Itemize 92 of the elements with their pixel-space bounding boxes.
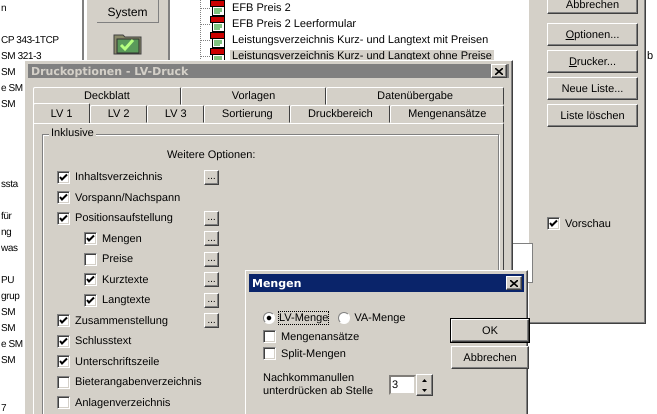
checkbox[interactable] xyxy=(547,217,560,230)
list-item[interactable]: ssta xyxy=(0,177,18,193)
window-title: Druckoptionen - LV-Druck xyxy=(28,64,509,78)
partial-text: b xyxy=(647,50,654,62)
checkbox[interactable] xyxy=(84,294,97,307)
radio-button[interactable] xyxy=(338,312,350,324)
list-item[interactable]: SM 321-3 xyxy=(0,49,42,65)
list-item[interactable]: ng xyxy=(0,225,12,241)
option-label: Inhaltsverzeichnis xyxy=(75,171,162,184)
list-item[interactable]: SM xyxy=(0,65,16,81)
list-item[interactable]: n xyxy=(0,1,6,17)
close-icon xyxy=(510,280,518,286)
option-label: Split-Mengen xyxy=(281,348,346,360)
option-label: Mengen xyxy=(102,232,142,245)
tab[interactable]: Druckbereich xyxy=(290,105,390,123)
group-title: Inklusive xyxy=(49,127,96,139)
dialog-button[interactable]: Abbrechen xyxy=(547,0,638,14)
checkbox[interactable] xyxy=(57,170,70,184)
option-label: Schlusstext xyxy=(75,335,132,348)
tab[interactable]: LV 1 xyxy=(33,103,90,123)
more-options-button[interactable]: ... xyxy=(204,210,219,226)
option-label: Unterschriftszeile xyxy=(75,356,160,368)
dialog-button[interactable]: OK xyxy=(451,319,529,342)
option-label: Preise xyxy=(102,253,134,266)
close-button[interactable] xyxy=(506,276,522,290)
radio-label: VA-Menge xyxy=(354,312,406,324)
dialog-button[interactable]: Optionen... xyxy=(547,23,638,46)
option-label: Langtexte xyxy=(102,294,150,306)
dialog-button[interactable]: Neue Liste... xyxy=(547,77,638,100)
list-item[interactable]: e SM xyxy=(0,337,23,353)
section-label: Weitere Optionen: xyxy=(167,149,256,163)
checkbox[interactable] xyxy=(263,330,276,343)
tab[interactable]: Sortierung xyxy=(204,105,290,123)
list-item[interactable]: e SM xyxy=(0,81,23,97)
list-item[interactable]: SM xyxy=(0,305,16,321)
spin-field[interactable]: 3 xyxy=(389,375,416,395)
checkbox[interactable] xyxy=(57,314,70,328)
document-icon xyxy=(210,16,228,32)
dialog-button[interactable]: Abbrechen xyxy=(451,346,529,369)
list-item[interactable]: CP 343-1TCP xyxy=(0,33,59,49)
tab[interactable]: Deckblatt xyxy=(33,87,181,105)
more-options-button[interactable]: ... xyxy=(204,313,219,328)
tree-item[interactable]: EFB Preis 2 Leerformular xyxy=(230,18,358,30)
checkbox[interactable] xyxy=(84,252,97,266)
option-label: Zusammenstellung xyxy=(75,314,168,327)
tab[interactable]: LV 2 xyxy=(90,105,148,123)
option-label: Vorspann/Nachspann xyxy=(75,192,180,204)
list-item[interactable]: für xyxy=(0,209,12,225)
checkbox[interactable] xyxy=(263,347,276,360)
tab[interactable]: Datenübergabe xyxy=(326,87,504,105)
field-label: Nachkommanullen unterdrücken ab Stelle xyxy=(263,372,374,398)
more-options-button[interactable]: ... xyxy=(204,170,219,185)
more-options-button[interactable]: ... xyxy=(204,231,219,246)
list-item[interactable]: 7 xyxy=(0,401,6,414)
tree-item[interactable]: EFB Preis 2 xyxy=(230,2,293,14)
window-title: Mengen xyxy=(249,274,524,292)
more-options-button[interactable]: ... xyxy=(204,272,219,288)
close-icon xyxy=(495,68,503,74)
tab[interactable]: Vorlagen xyxy=(180,87,326,105)
tab[interactable]: Mengenansätze xyxy=(390,105,504,123)
option-label: Kurztexte xyxy=(102,274,148,286)
radio-label: LV-Menge xyxy=(279,312,328,324)
preview-label: Vorschau xyxy=(565,218,611,230)
tree-item[interactable]: Leistungsverzeichnis Kurz- und Langtext mit Preisen xyxy=(230,34,490,46)
list-item[interactable]: was xyxy=(0,241,18,257)
dialog-button[interactable]: Liste löschen xyxy=(547,104,638,127)
document-icon xyxy=(210,32,228,48)
spin-arrows-icon[interactable] xyxy=(416,374,433,396)
more-options-button[interactable]: ... xyxy=(204,292,219,308)
list-item[interactable]: SM xyxy=(0,97,16,113)
checkbox[interactable] xyxy=(57,355,70,368)
more-options-button[interactable]: ... xyxy=(204,252,219,267)
list-item[interactable]: SM xyxy=(0,321,16,337)
checkbox[interactable] xyxy=(57,396,70,410)
tab[interactable]: LV 3 xyxy=(147,105,204,123)
list-item[interactable]: grup xyxy=(0,289,20,305)
option-label: Positionsaufstellung xyxy=(75,212,173,224)
dialog-button[interactable]: Drucker... xyxy=(547,50,638,73)
checkbox[interactable] xyxy=(57,212,70,225)
checkbox[interactable] xyxy=(57,334,70,348)
option-label: Mengenansätze xyxy=(281,330,360,342)
checkbox[interactable] xyxy=(57,191,70,204)
system-button[interactable]: System xyxy=(96,0,158,23)
option-label: Bieterangabenverzeichnis xyxy=(75,376,202,388)
checkbox[interactable] xyxy=(57,376,70,389)
option-label: Anlagenverzeichnis xyxy=(75,396,170,409)
list-item[interactable]: SM xyxy=(0,353,16,369)
checkbox[interactable] xyxy=(84,273,97,286)
list-item[interactable]: PU xyxy=(0,273,14,289)
radio-button[interactable] xyxy=(263,312,275,324)
close-button[interactable] xyxy=(491,64,507,78)
checkbox[interactable] xyxy=(84,232,97,246)
